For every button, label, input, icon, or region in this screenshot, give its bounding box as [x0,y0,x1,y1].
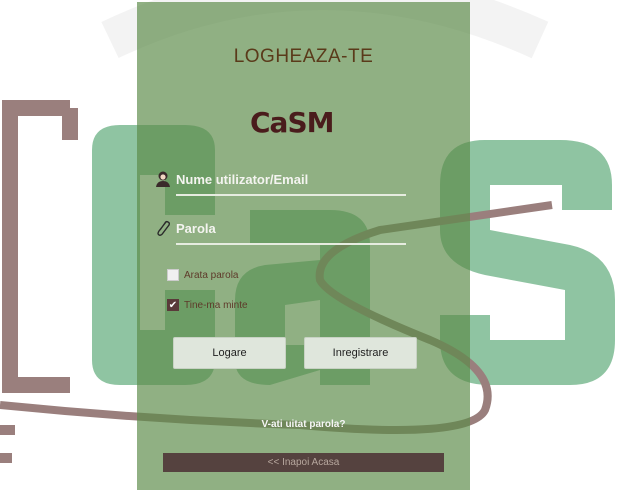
show-password-row[interactable]: Arata parola [167,268,238,282]
show-password-checkbox[interactable] [167,269,179,281]
remember-me-label: Tine-ma minte [184,299,248,311]
show-password-label: Arata parola [184,269,239,281]
site-logo: CaSM [250,105,354,141]
username-input-line[interactable] [176,194,406,196]
forgot-password-link[interactable]: V-ati uitat parola? [137,419,470,430]
login-panel: LOGHEAZA-TE CaSM Nume utilizator/Email P… [137,2,470,490]
password-label: Parola [176,221,216,236]
password-input-line[interactable] [176,243,406,245]
paperclip-icon [157,220,171,236]
remember-me-checkbox[interactable]: ✔ [167,299,179,311]
user-icon [156,171,170,187]
logo-text: CaSM [250,106,334,139]
username-label: Nume utilizator/Email [176,172,309,187]
page-title: LOGHEAZA-TE [233,46,374,67]
back-home-link[interactable]: << Inapoi Acasa [163,453,444,472]
register-button[interactable]: Inregistrare [304,337,417,369]
remember-me-row[interactable]: ✔ Tine-ma minte [167,298,248,312]
login-button[interactable]: Logare [173,337,286,369]
